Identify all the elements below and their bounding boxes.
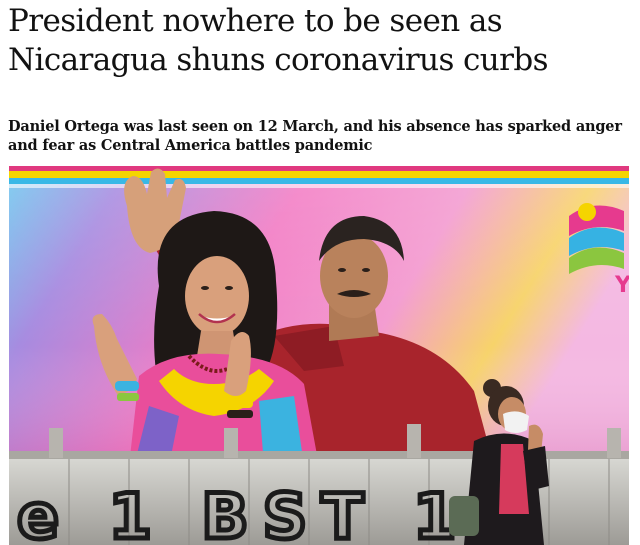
billboard-logo-letter: Y [614,273,629,298]
article-standfirst: Daniel Ortega was last seen on 12 March,… [8,118,622,154]
billboard-photo-illustration: Y e 1 BST 10 [9,166,629,545]
article-main-photo: Y e 1 BST 10 [9,166,629,545]
article-headline: President nowhere to be seen as Nicaragu… [8,3,549,78]
face-mask [503,411,529,433]
billboard-stripes [9,166,629,188]
